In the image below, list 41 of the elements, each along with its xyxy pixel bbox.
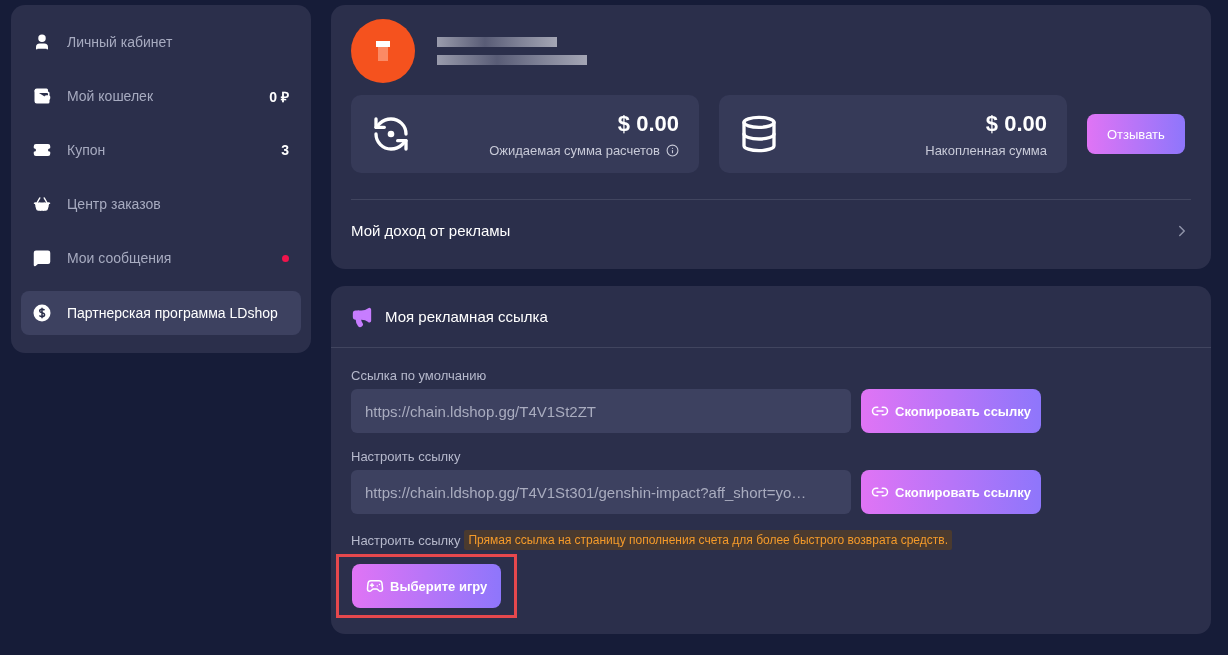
- withdraw-button[interactable]: Отзывать: [1087, 114, 1185, 154]
- field-label: Ссылка по умолчанию: [351, 368, 488, 383]
- sidebar-item[interactable]: Мой кошелек 0 ₽: [21, 69, 301, 123]
- flag-icon: [376, 41, 390, 61]
- wallet-icon: [33, 87, 51, 105]
- sidebar-item[interactable]: Партнерская программа LDshop: [21, 291, 301, 335]
- sidebar-item[interactable]: Купон 3: [21, 123, 301, 177]
- copy-button[interactable]: Скопировать ссылку: [861, 470, 1041, 514]
- link-field[interactable]: https://chain.ldshop.gg/T4V1St2ZT: [351, 389, 851, 433]
- user-icon: [33, 33, 51, 51]
- chat-icon: [33, 249, 51, 267]
- card-title: Моя рекламная ссылка: [385, 308, 548, 325]
- copy-button[interactable]: Скопировать ссылку: [861, 389, 1041, 433]
- amount: $ 0.00: [617, 110, 679, 137]
- sidebar-label: Центр заказов: [67, 196, 162, 212]
- count-label: 0 ₽: [269, 87, 289, 106]
- basket-icon: [33, 195, 51, 213]
- coin-icon: [33, 304, 51, 322]
- field-label: Настроить ссылку: [351, 532, 461, 548]
- sidebar-label: Партнерская программа LDshop: [67, 305, 279, 321]
- field-label: Настроить ссылку: [351, 449, 462, 464]
- choose-game-button[interactable]: Выберите игру: [352, 564, 502, 608]
- stat-label: Накопленная сумма: [925, 142, 1047, 158]
- stat-label: Ожидаемая сумма расчетов: [489, 142, 679, 158]
- amount: $ 0.00: [985, 110, 1047, 137]
- sidebar-label: Мой кошелек: [67, 88, 155, 104]
- sidebar-item[interactable]: Центр заказов: [21, 177, 301, 231]
- count-label: 3: [281, 142, 289, 158]
- hint-text: Прямая ссылка на страницу пополнения счета для более быстрого возврата средств.: [464, 530, 952, 550]
- refund-icon: [371, 114, 411, 154]
- sidebar-item[interactable]: Личный кабинет: [21, 15, 301, 69]
- sidebar-label: Личный кабинет: [67, 34, 174, 50]
- income-link[interactable]: Мой доход от рекламы: [351, 222, 511, 239]
- sidebar-label: Мои сообщения: [67, 250, 173, 266]
- sidebar-label: Купон: [67, 142, 107, 158]
- link-field[interactable]: https://chain.ldshop.gg/T4V1St301/genshin-impact?aff_short=yo…: [351, 470, 851, 514]
- coins-icon: [739, 114, 779, 154]
- gamepad-icon: [366, 577, 384, 595]
- coupon-icon: [33, 141, 51, 159]
- megaphone-icon: [351, 305, 373, 328]
- sidebar-item[interactable]: Мои сообщения: [21, 231, 301, 285]
